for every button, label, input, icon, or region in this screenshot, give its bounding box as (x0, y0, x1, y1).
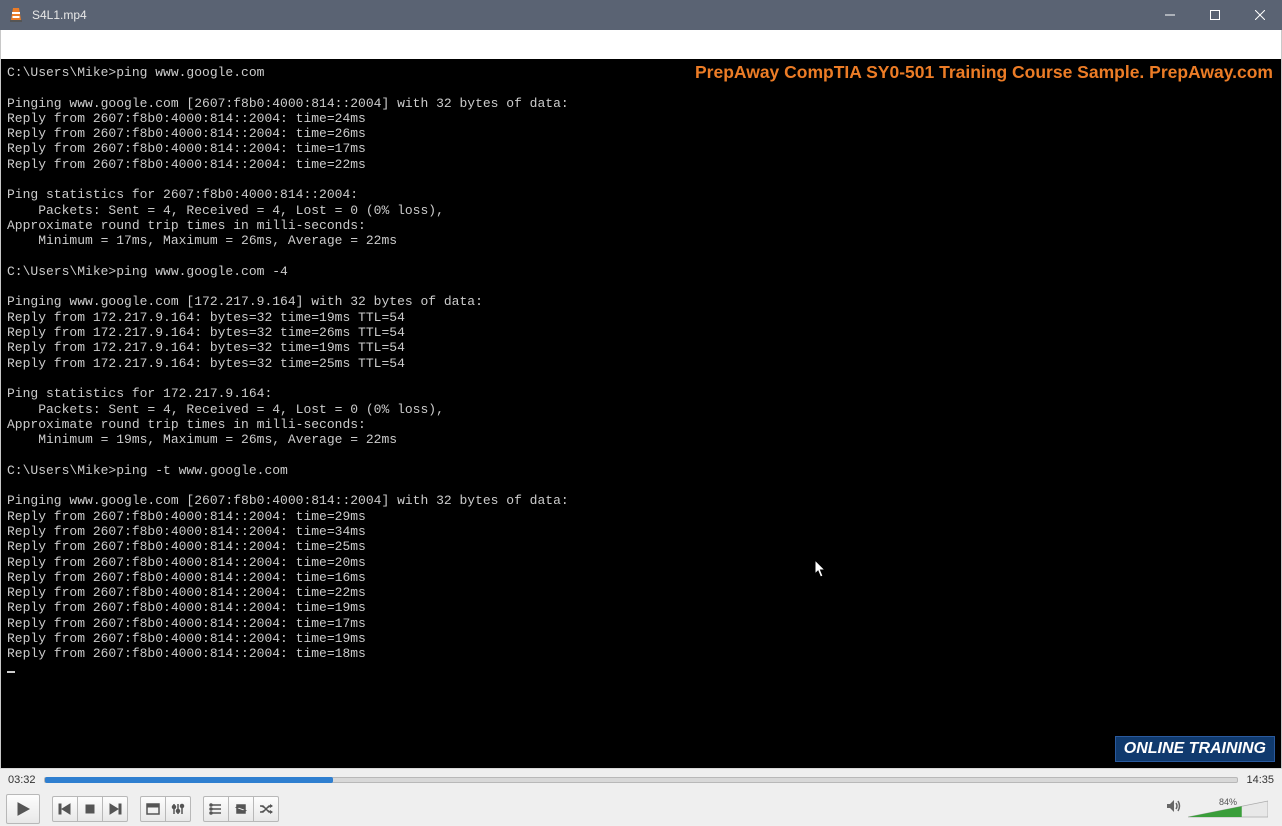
playlist-button[interactable] (203, 796, 229, 822)
previous-button[interactable] (52, 796, 78, 822)
elapsed-time[interactable]: 03:32 (8, 774, 36, 786)
window-title: S4L1.mp4 (32, 8, 87, 22)
stop-button[interactable] (77, 796, 103, 822)
player-controls: 03:32 14:35 (0, 768, 1282, 825)
video-viewport[interactable]: C:\Users\Mike>ping www.google.com Pingin… (0, 30, 1282, 768)
window-titlebar: S4L1.mp4 (0, 0, 1282, 30)
extended-settings-button[interactable] (165, 796, 191, 822)
button-row: 84% (0, 791, 1282, 826)
terminal-output: C:\Users\Mike>ping www.google.com Pingin… (1, 59, 1281, 768)
fullscreen-button[interactable] (140, 796, 166, 822)
close-button[interactable] (1237, 0, 1282, 30)
vlc-app-icon (8, 7, 24, 23)
volume-slider[interactable]: 84% (1188, 799, 1268, 819)
video-watermark: PrepAway CompTIA SY0-501 Training Course… (695, 62, 1273, 83)
maximize-button[interactable] (1192, 0, 1237, 30)
play-button[interactable] (6, 794, 40, 824)
next-button[interactable] (102, 796, 128, 822)
seek-slider[interactable] (44, 777, 1239, 783)
total-time[interactable]: 14:35 (1246, 774, 1274, 786)
volume-percent-label: 84% (1188, 797, 1268, 807)
seek-progress-fill (45, 777, 334, 783)
online-training-badge: ONLINE TRAINING (1115, 736, 1275, 762)
video-top-whitebar (1, 30, 1281, 59)
shuffle-button[interactable] (253, 796, 279, 822)
seek-row: 03:32 14:35 (0, 769, 1282, 791)
minimize-button[interactable] (1147, 0, 1192, 30)
loop-button[interactable] (228, 796, 254, 822)
terminal-cursor (7, 671, 15, 673)
volume-icon[interactable] (1166, 798, 1182, 819)
